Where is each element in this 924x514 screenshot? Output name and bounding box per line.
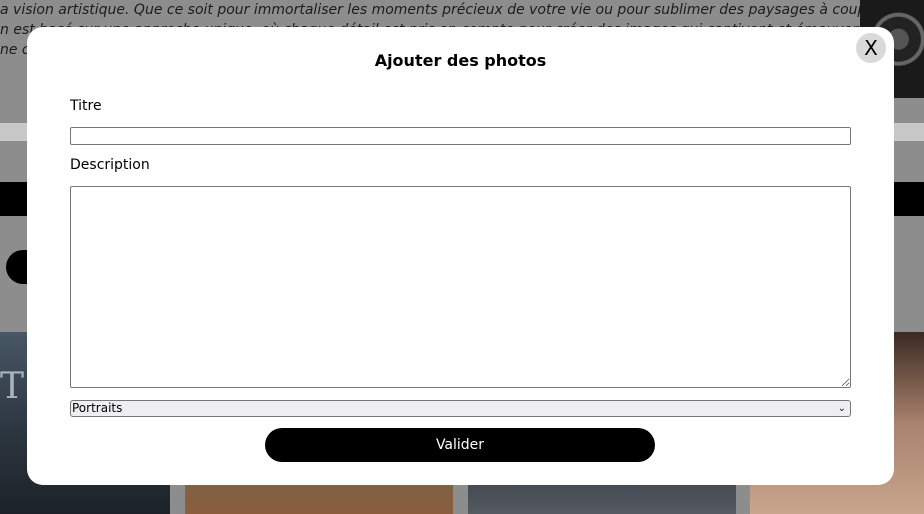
description-textarea[interactable] — [70, 186, 851, 388]
title-label: Titre — [70, 98, 102, 114]
category-selected-value: Portraits — [72, 401, 123, 415]
title-input[interactable] — [70, 127, 851, 145]
submit-button[interactable]: Valider — [265, 428, 655, 462]
modal-title: Ajouter des photos — [374, 51, 547, 70]
background-text-line: a vision artistique. Que ce soit pour im… — [0, 2, 860, 18]
description-label: Description — [70, 157, 150, 173]
category-select[interactable]: Portraits ⌄ — [70, 400, 851, 417]
add-photos-modal: X Ajouter des photos Titre Description P… — [27, 27, 894, 485]
chevron-down-icon: ⌄ — [837, 403, 846, 414]
